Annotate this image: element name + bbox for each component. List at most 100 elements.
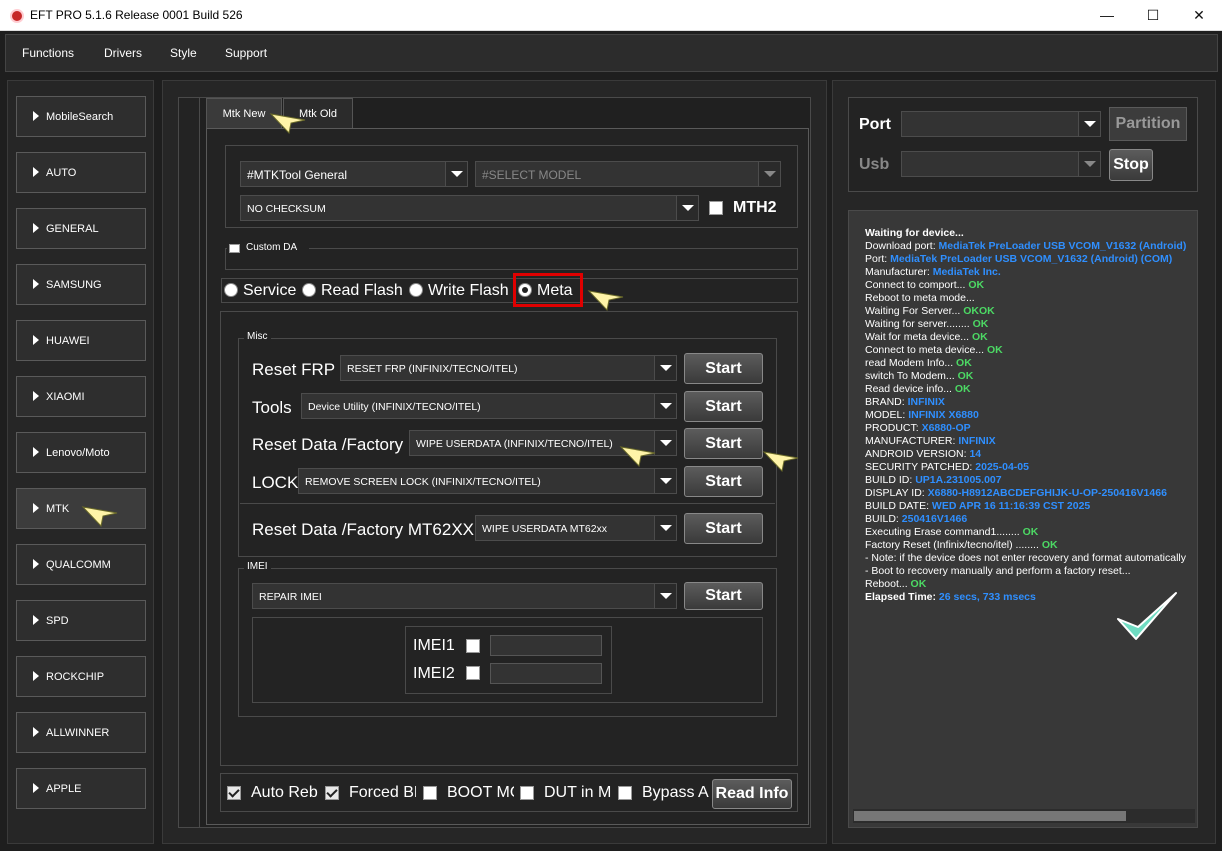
sidebar-item-general[interactable]: GENERAL <box>16 208 146 249</box>
chevron-down-icon <box>654 469 676 493</box>
sidebar-item-samsung[interactable]: SAMSUNG <box>16 264 146 305</box>
imei2-checkbox[interactable] <box>466 666 480 680</box>
log-value: 2025-04-05 <box>975 461 1029 473</box>
play-arrow-icon <box>33 167 39 177</box>
log-value: 250416V1466 <box>901 513 968 525</box>
read-info-button[interactable]: Read Info <box>712 779 792 809</box>
play-arrow-icon <box>33 111 39 121</box>
forced-brom-checkbox[interactable] <box>325 786 339 800</box>
log-value: MediaTek PreLoader USB VCOM_V1632 (Andro… <box>890 253 1173 265</box>
menu-drivers[interactable]: Drivers <box>104 46 142 60</box>
sidebar-item-rockchip[interactable]: ROCKCHIP <box>16 656 146 697</box>
imei2-input[interactable] <box>490 663 602 684</box>
imei-start-button[interactable]: Start <box>684 582 763 610</box>
log-line: SECURITY PATCHED: 2025-04-05 <box>865 461 1029 473</box>
sidebar-item-xiaomi[interactable]: XIAOMI <box>16 376 146 417</box>
scrollbar-thumb[interactable] <box>854 811 1126 821</box>
sidebar-item-apple[interactable]: APPLE <box>16 768 146 809</box>
mth2-checkbox[interactable] <box>709 201 723 215</box>
minimize-button[interactable]: — <box>1084 0 1130 31</box>
model-select[interactable]: #SELECT MODEL <box>475 161 781 187</box>
tool-select[interactable]: #MTKTool General <box>240 161 468 187</box>
log-line: DISPLAY ID: X6880-H8912ABCDEFGHIJK-U-OP-… <box>865 487 1167 499</box>
reset-data-mt62xx-select[interactable]: WIPE USERDATA MT62xx <box>475 515 677 541</box>
reset-frp-label: Reset FRP <box>252 360 336 379</box>
partition-button[interactable]: Partition <box>1109 107 1187 141</box>
write-flash-radio[interactable] <box>409 283 423 297</box>
sidebar-item-mobilesearch[interactable]: MobileSearch <box>16 96 146 137</box>
play-arrow-icon <box>33 391 39 401</box>
sidebar-item-huawei[interactable]: HUAWEI <box>16 320 146 361</box>
play-arrow-icon <box>33 223 39 233</box>
log-text: Executing Erase command1........ <box>865 526 1023 538</box>
maximize-button[interactable]: ☐ <box>1130 0 1176 31</box>
close-button[interactable]: ✕ <box>1176 0 1222 31</box>
service-radio[interactable] <box>224 283 238 297</box>
usb-label: Usb <box>859 156 890 173</box>
lock-select[interactable]: REMOVE SCREEN LOCK (INFINIX/TECNO/ITEL) <box>298 468 677 494</box>
log-line: Port: MediaTek PreLoader USB VCOM_V1632 … <box>865 253 1172 265</box>
lock-label: LOCK <box>252 473 299 492</box>
chevron-down-icon <box>1078 112 1100 136</box>
reset-data-mt62xx-start-button[interactable]: Start <box>684 513 763 544</box>
log-text: - Note: if the device does not enter rec… <box>865 552 1186 564</box>
service-label: Service <box>243 282 297 299</box>
log-value: INFINIX <box>958 435 996 447</box>
port-select[interactable] <box>901 111 1101 137</box>
menu-support[interactable]: Support <box>225 46 267 60</box>
custom-da-group <box>225 248 798 270</box>
log-status-ok: OK <box>956 357 972 369</box>
usb-select[interactable] <box>901 151 1101 177</box>
read-flash-radio[interactable] <box>302 283 316 297</box>
log-status-ok: OK <box>971 331 988 343</box>
menu-style[interactable]: Style <box>170 46 197 60</box>
log-status-ok: OK <box>957 370 974 382</box>
checksum-select[interactable]: NO CHECKSUM <box>240 195 699 221</box>
log-line: Connect to meta device... OK <box>865 344 1003 356</box>
imei1-input[interactable] <box>490 635 602 656</box>
log-text: Waiting For Server... <box>865 305 964 317</box>
imei1-checkbox[interactable] <box>466 639 480 653</box>
log-panel: Waiting for device... Download port: Medi… <box>848 210 1198 828</box>
yellow-pointer-icon <box>587 290 624 311</box>
sidebar-item-lenovo-moto[interactable]: Lenovo/Moto <box>16 432 146 473</box>
reset-frp-start-button[interactable]: Start <box>684 353 763 384</box>
chevron-down-icon <box>654 356 676 380</box>
sidebar-item-qualcomm[interactable]: QUALCOMM <box>16 544 146 585</box>
log-line: Download port: MediaTek PreLoader USB VC… <box>865 240 1186 252</box>
log-line: - Note: if the device does not enter rec… <box>865 552 1186 564</box>
reset-frp-select[interactable]: RESET FRP (INFINIX/TECNO/ITEL) <box>340 355 677 381</box>
play-arrow-icon <box>33 783 39 793</box>
lock-start-button[interactable]: Start <box>684 466 763 497</box>
imei2-label: IMEI2 <box>413 665 455 682</box>
chevron-down-icon <box>654 394 676 418</box>
yellow-pointer-icon <box>81 506 118 527</box>
boot-mode-checkbox[interactable] <box>423 786 437 800</box>
boot-mode-label: BOOT MODE <box>447 784 514 801</box>
menu-functions[interactable]: Functions <box>22 46 74 60</box>
custom-da-checkbox[interactable] <box>229 244 240 253</box>
log-text: Connect to meta device... <box>865 344 987 356</box>
log-value: 14 <box>969 448 982 460</box>
dut-in-meta-checkbox[interactable] <box>520 786 534 800</box>
sidebar-item-spd[interactable]: SPD <box>16 600 146 641</box>
chevron-down-icon <box>758 162 780 186</box>
bypass-auth-checkbox[interactable] <box>618 786 632 800</box>
play-arrow-icon <box>33 335 39 345</box>
forced-brom-label: Forced BROM <box>349 784 416 801</box>
log-line: Waiting for server........ OK <box>865 318 988 330</box>
log-horizontal-scrollbar[interactable] <box>853 809 1195 823</box>
sidebar-item-auto[interactable]: AUTO <box>16 152 146 193</box>
app-logo-icon <box>10 9 24 23</box>
reset-data-start-button[interactable]: Start <box>684 428 763 459</box>
log-line: PRODUCT: X6880-OP <box>865 422 971 434</box>
tools-start-button[interactable]: Start <box>684 391 763 422</box>
tools-select[interactable]: Device Utility (INFINIX/TECNO/ITEL) <box>301 393 677 419</box>
sidebar-item-allwinner[interactable]: ALLWINNER <box>16 712 146 753</box>
auto-reboot-checkbox[interactable] <box>227 786 241 800</box>
stop-button[interactable]: Stop <box>1109 149 1153 181</box>
log-line: Waiting for device... <box>865 227 964 239</box>
log-line: read Modem Info... OK <box>865 357 972 369</box>
play-arrow-icon <box>33 671 39 681</box>
imei-select[interactable]: REPAIR IMEI <box>252 583 677 609</box>
